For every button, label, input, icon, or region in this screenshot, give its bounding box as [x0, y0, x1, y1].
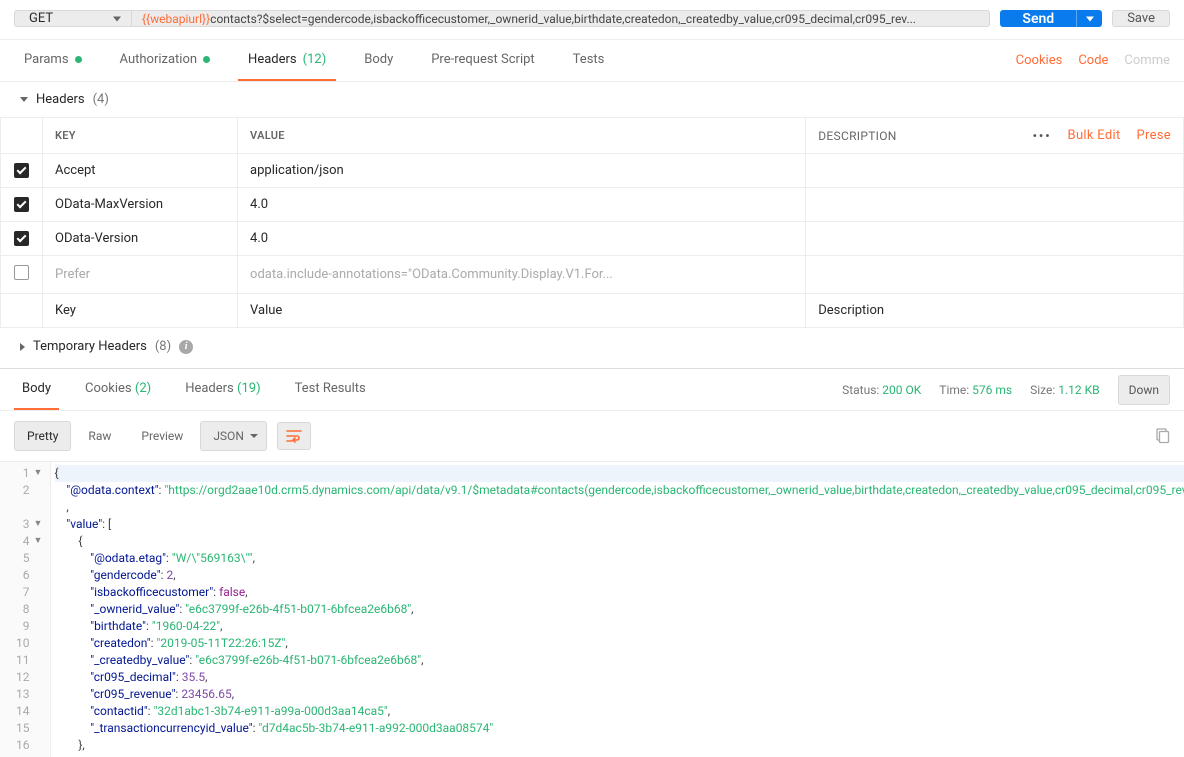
active-dot-icon — [75, 56, 82, 63]
request-tabs-right: Cookies Code Comme — [1016, 53, 1170, 68]
method-select[interactable]: GET — [14, 10, 131, 27]
resp-tab-testresults[interactable]: Test Results — [287, 369, 374, 410]
resp-tab-body[interactable]: Body — [14, 369, 59, 410]
header-key-cell[interactable]: OData-MaxVersion — [43, 188, 238, 222]
header-value-cell[interactable]: application/json — [238, 154, 806, 188]
code-link[interactable]: Code — [1078, 53, 1108, 68]
format-select[interactable]: JSON — [200, 421, 267, 451]
tab-tests[interactable]: Tests — [563, 40, 615, 81]
header-value-cell[interactable]: 4.0 — [238, 188, 806, 222]
col-description: DESCRIPTION ••• Bulk Edit Prese — [806, 118, 1184, 154]
more-options-icon[interactable]: ••• — [1033, 129, 1052, 143]
row-checkbox[interactable] — [14, 197, 29, 212]
download-button[interactable]: Down — [1118, 375, 1170, 405]
col-value: VALUE — [238, 118, 806, 154]
tab-body[interactable]: Body — [354, 40, 403, 81]
cookies-link[interactable]: Cookies — [1016, 53, 1063, 68]
table-row: OData-MaxVersion4.0 — [1, 188, 1184, 222]
col-key: KEY — [43, 118, 238, 154]
row-checkbox[interactable] — [14, 231, 29, 246]
resp-tab-headers[interactable]: Headers (19) — [177, 369, 268, 410]
header-desc-cell[interactable] — [806, 188, 1184, 222]
header-key-cell[interactable]: Key — [43, 294, 238, 328]
row-checkbox[interactable] — [14, 265, 29, 280]
copy-icon[interactable] — [1154, 428, 1170, 444]
table-row: KeyValueDescription — [1, 294, 1184, 328]
line-gutter: 1▼2 3▼4▼5678910111213141516 — [0, 462, 51, 757]
save-button[interactable]: Save — [1112, 10, 1170, 27]
table-row: Acceptapplication/json — [1, 154, 1184, 188]
response-body: 1▼2 3▼4▼5678910111213141516 { "@odata.co… — [0, 462, 1184, 757]
response-tabs: Body Cookies (2) Headers (19) Test Resul… — [0, 368, 1184, 410]
header-desc-cell[interactable] — [806, 154, 1184, 188]
chevron-right-icon — [20, 343, 25, 351]
tab-params[interactable]: Params — [14, 40, 92, 81]
header-value-cell[interactable]: odata.include-annotations="OData.Communi… — [238, 256, 806, 294]
headers-section-toggle[interactable]: Headers (4) — [0, 82, 1184, 117]
header-desc-cell[interactable] — [806, 222, 1184, 256]
header-key-cell[interactable]: Prefer — [43, 256, 238, 294]
wrap-lines-button[interactable] — [277, 422, 311, 450]
table-row: Preferodata.include-annotations="OData.C… — [1, 256, 1184, 294]
tab-prerequest[interactable]: Pre-request Script — [421, 40, 544, 81]
preview-view-button[interactable]: Preview — [128, 421, 196, 451]
comments-link[interactable]: Comme — [1124, 53, 1170, 68]
response-toolbar: Pretty Raw Preview JSON — [0, 410, 1184, 462]
temporary-headers-toggle[interactable]: Temporary Headers (8) i — [0, 328, 1184, 368]
wrap-icon — [286, 429, 302, 443]
raw-view-button[interactable]: Raw — [75, 421, 124, 451]
row-checkbox[interactable] — [14, 163, 29, 178]
request-bar: GET {{webapiurl}}contacts?$select=gender… — [0, 0, 1184, 40]
info-icon[interactable]: i — [179, 340, 193, 354]
chevron-down-icon — [20, 97, 28, 102]
response-meta: Status: 200 OK Time: 576 ms Size: 1.12 K… — [842, 375, 1170, 405]
tab-headers[interactable]: Headers (12) — [238, 40, 336, 81]
code-content[interactable]: { "@odata.context": "https://orgd2aae10d… — [51, 462, 1184, 757]
header-key-cell[interactable]: Accept — [43, 154, 238, 188]
request-tabs: Params Authorization Headers (12) Body P… — [0, 40, 1184, 82]
url-variable: {{webapiurl}} — [142, 12, 210, 26]
bulk-edit-link[interactable]: Bulk Edit — [1068, 128, 1121, 143]
presets-link[interactable]: Prese — [1137, 128, 1171, 143]
tab-authorization[interactable]: Authorization — [110, 40, 221, 81]
send-dropdown[interactable] — [1076, 10, 1102, 27]
header-key-cell[interactable]: OData-Version — [43, 222, 238, 256]
send-button[interactable]: Send — [1000, 10, 1076, 27]
url-path: contacts?$select=gendercode,isbackoffice… — [210, 12, 916, 26]
headers-table: KEY VALUE DESCRIPTION ••• Bulk Edit Pres… — [0, 117, 1184, 328]
resp-tab-cookies[interactable]: Cookies (2) — [77, 369, 159, 410]
table-row: OData-Version4.0 — [1, 222, 1184, 256]
header-value-cell[interactable]: Value — [238, 294, 806, 328]
header-desc-cell[interactable]: Description — [806, 294, 1184, 328]
header-value-cell[interactable]: 4.0 — [238, 222, 806, 256]
pretty-view-button[interactable]: Pretty — [14, 421, 71, 451]
header-desc-cell[interactable] — [806, 256, 1184, 294]
url-input[interactable]: {{webapiurl}}contacts?$select=gendercode… — [131, 10, 990, 27]
active-dot-icon — [203, 56, 210, 63]
col-checkbox — [1, 118, 43, 154]
